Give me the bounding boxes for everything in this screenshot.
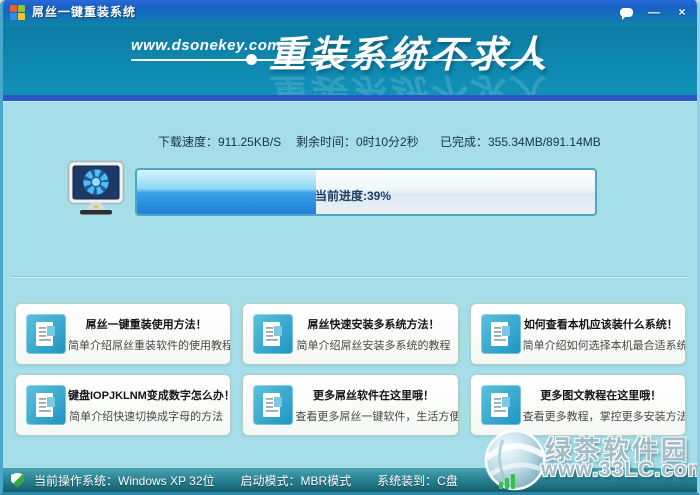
status-bar: 当前操作系统：Windows XP 32位 启动模式：MBR模式 系统装到：C盘 [3,468,697,492]
status-os: 当前操作系统：Windows XP 32位 [34,472,215,489]
card-text: 如何查看本机应该装什么系统！ 简单介绍如何选择本机最合适系统 [521,316,681,353]
monitor-icon [67,160,125,221]
status-install-target: 系统装到：C盘 [377,472,458,489]
document-icon [26,385,66,425]
document-icon [481,314,521,354]
card-title: 键盘IOPJKLNM变成数字怎么办！ [68,387,224,403]
speech-bubble-icon [620,8,633,17]
card-subtitle: 查看更多屌丝一键软件，生活方便 [295,408,451,424]
card-title: 更多屌丝软件在这里哦！ [295,387,451,403]
website-url: www.dsonekey.com [131,37,281,54]
card-multi-system-guide[interactable]: 屌丝快速安装多系统方法！ 简单介绍屌丝安装多系统的教程 [242,303,458,365]
card-subtitle: 查看更多教程，掌控更多安装方法 [523,408,679,424]
feedback-button[interactable] [617,5,635,19]
card-title: 更多图文教程在这里哦！ [523,387,679,403]
document-icon [253,385,293,425]
time-remaining-stat: 剩余时间：0时10分2秒 [296,133,419,150]
card-subtitle: 简单介绍屌丝重装软件的使用教程 [68,337,224,353]
card-text: 更多屌丝软件在这里哦！ 查看更多屌丝一键软件，生活方便 [293,387,453,424]
shortcut-cards: 屌丝一键重装使用方法！ 简单介绍屌丝重装软件的使用教程 屌丝快速安装多系统方法！… [15,303,686,436]
card-text: 屌丝一键重装使用方法！ 简单介绍屌丝重装软件的使用教程 [66,316,226,353]
title-bar: 屌丝一键重装系统 — × [3,0,697,28]
card-title: 屌丝一键重装使用方法！ [68,316,224,332]
status-boot-mode: 启动模式：MBR模式 [241,472,352,489]
download-speed-stat: 下载速度：911.25KB/S [158,133,281,150]
close-button[interactable]: × [673,5,691,19]
completed-stat: 已完成：355.34MB/891.14MB [440,133,601,150]
green-shield-icon [11,473,24,488]
progress-bar: 当前进度:39% [135,168,597,216]
card-title: 如何查看本机应该装什么系统！ [523,316,679,332]
card-text: 更多图文教程在这里哦！ 查看更多教程，掌控更多安装方法 [521,387,681,424]
card-subtitle: 简单介绍屌丝安装多系统的教程 [295,337,451,353]
card-subtitle: 简单介绍如何选择本机最合适系统 [523,337,679,353]
document-icon [253,314,293,354]
section-divider [11,276,689,277]
card-more-software[interactable]: 更多屌丝软件在这里哦！ 查看更多屌丝一键软件，生活方便 [242,374,458,436]
window-controls: — × [617,5,691,19]
line-dot [246,54,257,65]
app-window: 屌丝一键重装系统 — × www.dsonekey.com 重装系统不求人 重装… [0,0,700,495]
progress-label: 当前进度:39% [315,187,391,204]
progress-fill [137,170,316,214]
main-panel: 下载速度：911.25KB/S 剩余时间：0时10分2秒 已完成：355.34M… [3,101,697,471]
card-text: 键盘IOPJKLNM变成数字怎么办！ 简单介绍快速切换成字母的方法 [66,387,226,424]
card-more-tutorials[interactable]: 更多图文教程在这里哦！ 查看更多教程，掌控更多安装方法 [470,374,686,436]
card-title: 屌丝快速安装多系统方法！ [295,316,451,332]
document-icon [481,385,521,425]
header-banner: www.dsonekey.com 重装系统不求人 重装系统不求人 [3,28,697,95]
window-title: 屌丝一键重装系统 [32,4,136,21]
card-which-system-guide[interactable]: 如何查看本机应该装什么系统！ 简单介绍如何选择本机最合适系统 [470,303,686,365]
app-logo-icon [10,5,26,21]
document-icon [26,314,66,354]
minimize-button[interactable]: — [645,5,663,19]
card-text: 屌丝快速安装多系统方法！ 简单介绍屌丝安装多系统的教程 [293,316,453,353]
card-keyboard-numbers-fix[interactable]: 键盘IOPJKLNM变成数字怎么办！ 简单介绍快速切换成字母的方法 [15,374,231,436]
card-reinstall-guide[interactable]: 屌丝一键重装使用方法！ 简单介绍屌丝重装软件的使用教程 [15,303,231,365]
card-subtitle: 简单介绍快速切换成字母的方法 [68,408,224,424]
slogan-reflection: 重装系统不求人 [269,68,549,95]
